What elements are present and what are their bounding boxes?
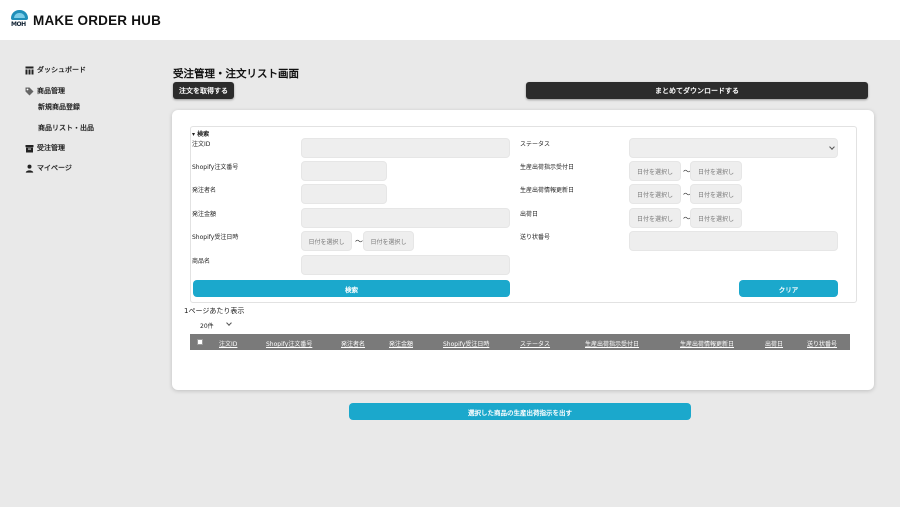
logo-text: MOH [11, 21, 26, 28]
product-name-label: 商品名 [192, 258, 211, 265]
production-instruction-date-from[interactable]: 日付を選択し [629, 161, 681, 181]
sidebar-item-orders[interactable]: 受注管理 [25, 143, 65, 153]
app-logo[interactable]: MOH [11, 10, 28, 29]
column-production-update-date[interactable]: 生産出荷情報更新日 [680, 339, 734, 348]
per-page-value: 20件 [200, 322, 214, 330]
sidebar-item-mypage[interactable]: マイページ [25, 163, 72, 173]
production-instruction-date-label: 生産出荷指示受付日 [520, 164, 575, 171]
person-icon [25, 164, 34, 173]
product-name-input[interactable] [301, 255, 510, 275]
sidebar-item-label: 商品管理 [37, 87, 65, 95]
production-update-date-to[interactable]: 日付を選択し [690, 184, 742, 204]
tracking-no-label: 送り状番号 [520, 234, 551, 241]
page-title: 受注管理・注文リスト画面 [173, 68, 299, 80]
sidebar-item-label: ダッシュボード [37, 66, 86, 74]
tracking-no-input[interactable] [629, 231, 838, 251]
sidebar-item-label: 受注管理 [37, 144, 65, 152]
ship-date-to[interactable]: 日付を選択し [690, 208, 742, 228]
bulk-download-button[interactable]: まとめてダウンロードする [526, 82, 868, 99]
orderer-name-label: 発注者名 [192, 187, 217, 194]
order-amount-input[interactable] [301, 208, 510, 228]
column-tracking-no[interactable]: 送り状番号 [807, 339, 837, 348]
column-orderer-name[interactable]: 発注者名 [341, 339, 365, 348]
top-bar: MOH MAKE ORDER HUB [0, 0, 900, 40]
archive-icon [25, 144, 34, 153]
search-button[interactable]: 検索 [193, 280, 510, 297]
tag-icon [25, 87, 34, 96]
column-ship-date[interactable]: 出荷日 [765, 339, 783, 348]
brand-name: MAKE ORDER HUB [33, 13, 162, 28]
shopify-order-date-label: Shopify受注日時 [192, 234, 239, 241]
column-order-id[interactable]: 注文ID [219, 339, 237, 348]
clear-button[interactable]: クリア [739, 280, 838, 297]
search-toggle[interactable]: ▾ 検索 [192, 129, 209, 138]
range-separator: 〜 [355, 237, 363, 246]
dashboard-icon [25, 66, 34, 75]
sidebar-item-label: マイページ [37, 164, 72, 172]
ship-date-from[interactable]: 日付を選択し [629, 208, 681, 228]
submit-production-instruction-button[interactable]: 選択した商品の生産出荷指示を出す [349, 403, 691, 420]
sidebar-item-new-product[interactable]: 新規商品登録 [38, 102, 80, 112]
order-id-label: 注文ID [192, 141, 211, 148]
per-page-label: 1ページあたり表示 [184, 307, 245, 315]
production-instruction-date-to[interactable]: 日付を選択し [690, 161, 742, 181]
column-shopify-order-no[interactable]: Shopify注文番号 [266, 339, 312, 348]
orderer-name-input[interactable] [301, 184, 387, 204]
sidebar-item-products[interactable]: 商品管理 [25, 86, 65, 96]
chevron-down-icon [226, 320, 232, 326]
ship-date-label: 出荷日 [520, 211, 539, 218]
per-page-select[interactable]: 20件 [190, 318, 238, 332]
shopify-order-date-from[interactable]: 日付を選択し [301, 231, 352, 251]
column-order-amount[interactable]: 発注金額 [389, 339, 413, 348]
sidebar-item-dashboard[interactable]: ダッシュボード [25, 65, 86, 75]
column-shopify-order-date[interactable]: Shopify受注日時 [443, 339, 489, 348]
column-status[interactable]: ステータス [520, 339, 550, 348]
production-update-date-from[interactable]: 日付を選択し [629, 184, 681, 204]
sidebar-item-product-list[interactable]: 商品リスト・出品 [38, 123, 94, 133]
status-label: ステータス [520, 141, 551, 148]
shopify-order-no-input[interactable] [301, 161, 387, 181]
fetch-orders-button[interactable]: 注文を取得する [173, 82, 234, 99]
production-update-date-label: 生産出荷情報更新日 [520, 187, 575, 194]
shopify-order-no-label: Shopify注文番号 [192, 164, 239, 171]
column-production-instruction-date[interactable]: 生産出荷指示受付日 [585, 339, 639, 348]
status-select[interactable] [629, 138, 838, 158]
order-id-input[interactable] [301, 138, 510, 158]
select-all-checkbox[interactable] [197, 339, 203, 345]
shopify-order-date-to[interactable]: 日付を選択し [363, 231, 414, 251]
order-amount-label: 発注金額 [192, 211, 217, 218]
